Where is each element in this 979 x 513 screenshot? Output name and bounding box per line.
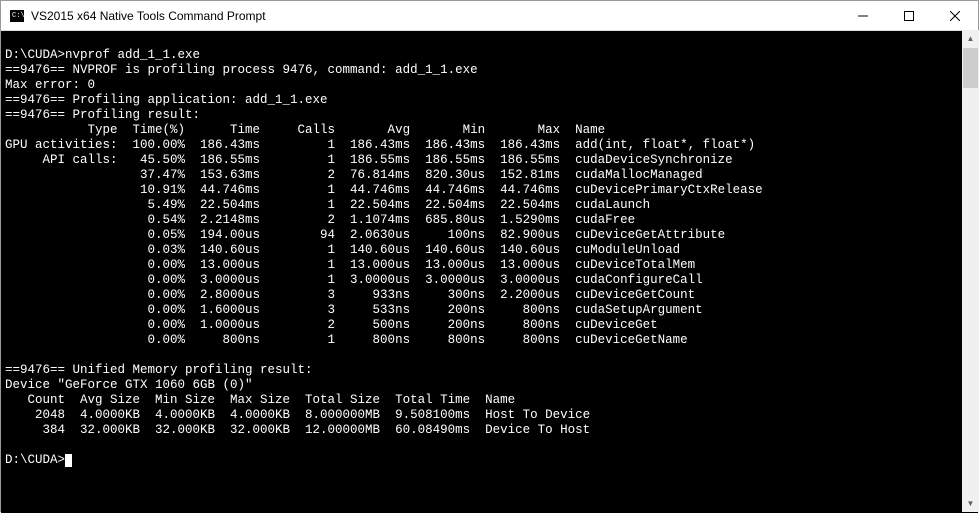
table-row: API calls: 45.50% 186.55ms 1 186.55ms 18…: [5, 153, 974, 168]
table-row: 5.49% 22.504ms 1 22.504ms 22.504ms 22.50…: [5, 198, 974, 213]
blank-line: [5, 438, 974, 453]
blank-line: [5, 348, 974, 363]
cursor: [65, 454, 72, 467]
window-controls: [840, 1, 978, 31]
table-row: 0.54% 2.2148ms 2 1.1074ms 685.80us 1.529…: [5, 213, 974, 228]
app-icon: C:\: [9, 8, 25, 24]
scroll-up-arrow[interactable]: ▲: [962, 30, 979, 47]
output-line: ==9476== Profiling result:: [5, 108, 974, 123]
table-body: GPU activities: 100.00% 186.43ms 1 186.4…: [5, 138, 974, 348]
table-row: 2048 4.0000KB 4.0000KB 4.0000KB 8.000000…: [5, 408, 974, 423]
table-row: 10.91% 44.746ms 1 44.746ms 44.746ms 44.7…: [5, 183, 974, 198]
table-row: 37.47% 153.63ms 2 76.814ms 820.30us 152.…: [5, 168, 974, 183]
table-row: 0.00% 1.0000us 2 500ns 200ns 800ns cuDev…: [5, 318, 974, 333]
titlebar: C:\ VS2015 x64 Native Tools Command Prom…: [1, 1, 978, 31]
output-line: Max error: 0: [5, 78, 974, 93]
table-row: GPU activities: 100.00% 186.43ms 1 186.4…: [5, 138, 974, 153]
table-row: 384 32.000KB 32.000KB 32.000KB 12.00000M…: [5, 423, 974, 438]
table-row: 0.00% 800ns 1 800ns 800ns 800ns cuDevice…: [5, 333, 974, 348]
output-line: ==9476== Profiling application: add_1_1.…: [5, 93, 974, 108]
scroll-down-arrow[interactable]: ▼: [962, 495, 979, 512]
table-row: 0.05% 194.00us 94 2.0630us 100ns 82.900u…: [5, 228, 974, 243]
scrollbar[interactable]: ▲ ▼: [962, 30, 979, 512]
table-row: 0.03% 140.60us 1 140.60us 140.60us 140.6…: [5, 243, 974, 258]
maximize-button[interactable]: [886, 1, 932, 31]
um-table-header: Count Avg Size Min Size Max Size Total S…: [5, 393, 974, 408]
minimize-button[interactable]: [840, 1, 886, 31]
um-table-body: 2048 4.0000KB 4.0000KB 4.0000KB 8.000000…: [5, 408, 974, 438]
terminal-content[interactable]: D:\CUDA>nvprof add_1_1.exe==9476== NVPRO…: [1, 31, 978, 513]
window-title: VS2015 x64 Native Tools Command Prompt: [31, 9, 840, 23]
svg-text:C:\: C:\: [12, 12, 25, 20]
output-line: Device "GeForce GTX 1060 6GB (0)": [5, 378, 974, 393]
output-line: ==9476== NVPROF is profiling process 947…: [5, 63, 974, 78]
scroll-thumb[interactable]: [963, 48, 978, 88]
table-row: 0.00% 1.6000us 3 533ns 200ns 800ns cudaS…: [5, 303, 974, 318]
table-row: 0.00% 3.0000us 1 3.0000us 3.0000us 3.000…: [5, 273, 974, 288]
table-row: 0.00% 13.000us 1 13.000us 13.000us 13.00…: [5, 258, 974, 273]
prompt-line: D:\CUDA>: [5, 453, 974, 468]
table-header: Type Time(%) Time Calls Avg Min Max Name: [5, 123, 974, 138]
close-button[interactable]: [932, 1, 978, 31]
table-row: 0.00% 2.8000us 3 933ns 300ns 2.2000us cu…: [5, 288, 974, 303]
prompt-line: D:\CUDA>nvprof add_1_1.exe: [5, 48, 974, 63]
output-line: ==9476== Unified Memory profiling result…: [5, 363, 974, 378]
blank-line: [5, 33, 974, 48]
